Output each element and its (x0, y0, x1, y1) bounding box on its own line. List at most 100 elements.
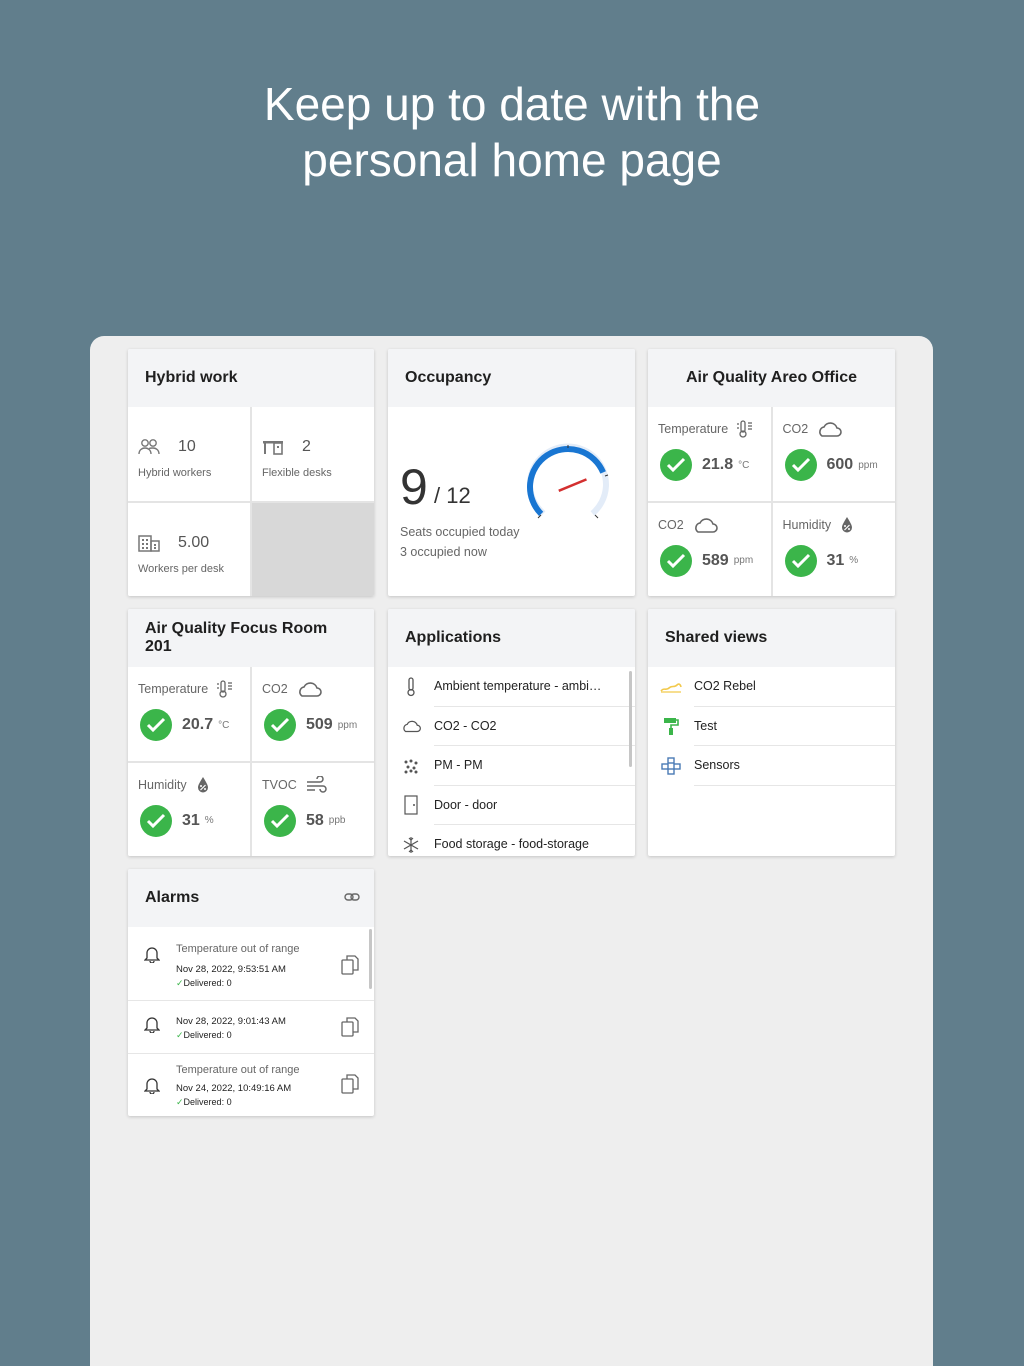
snowflake-icon (403, 836, 419, 853)
desk-icon (263, 441, 283, 455)
cloud-icon (298, 682, 322, 697)
humidity-icon (197, 776, 208, 792)
air-quality-office-card: Air Quality Areo Office Temperature 21.8… (648, 349, 895, 596)
workers-per-desk-value: 5.00 (178, 533, 210, 551)
card-title: Applications (388, 609, 635, 667)
list-item[interactable]: Door - door (388, 786, 635, 825)
headline-line-1: Keep up to date with the (263, 78, 761, 130)
copy-icon[interactable] (341, 1074, 359, 1094)
bell-icon (144, 1078, 160, 1094)
door-icon (404, 795, 418, 815)
list-item-label: CO2 Rebel (694, 667, 895, 707)
copy-icon[interactable] (341, 1017, 359, 1037)
list-item[interactable]: Test (648, 707, 895, 746)
card-title: Air Quality Areo Office (648, 349, 895, 407)
thermometer-icon (407, 677, 415, 696)
alarm-item[interactable]: Temperature out of range Nov 24, 2022, 1… (128, 1054, 374, 1116)
list-item[interactable]: Sensors (648, 746, 895, 786)
hybrid-workers-label: Hybrid workers (138, 467, 212, 479)
alarm-date: Nov 28, 2022, 9:53:51 AM (176, 964, 286, 975)
co2-cell[interactable]: CO2 509 ppm (252, 667, 374, 761)
alarm-delivered: Delivered: 0 (183, 978, 232, 988)
cell-unit: °C (738, 459, 750, 471)
check-icon (784, 449, 817, 481)
cloud-icon (694, 517, 718, 533)
headline: Keep up to date with the personal home p… (0, 76, 1024, 188)
seats-occupied-today: Seats occupied today (400, 525, 520, 539)
list-item[interactable]: PM - PM (388, 746, 635, 786)
co2-cell[interactable]: CO2 600 ppm (772, 407, 895, 501)
list-item[interactable]: Food storage - food-storage (388, 825, 635, 856)
air-quality-focus-card: Air Quality Focus Room 201 Temperature 2… (128, 609, 374, 856)
gauge-needle (558, 478, 587, 492)
headline-line-2: personal home page (302, 134, 722, 186)
wave-icon (660, 683, 682, 693)
cell-label: TVOC (262, 777, 297, 792)
cell-value: 31 (182, 811, 200, 829)
cell-label: CO2 (658, 517, 684, 532)
humidity-icon (842, 516, 853, 532)
cell-unit: ppm (858, 459, 878, 471)
list-item-label: Test (694, 707, 895, 746)
temperature-cell[interactable]: Temperature 21.8 °C (648, 407, 771, 501)
link-icon[interactable] (344, 891, 360, 903)
cell-label: CO2 (782, 422, 809, 436)
people-icon (138, 439, 160, 455)
cloud-icon (403, 721, 421, 733)
cell-value: 31 (826, 551, 845, 569)
humidity-cell[interactable]: Humidity 31% (772, 502, 895, 596)
cell-value: 21.8 (702, 456, 734, 473)
list-item[interactable]: CO2 Rebel (648, 667, 895, 707)
occupancy-card[interactable]: Occupancy 9 / 12 Seats occupied today 3 … (388, 349, 635, 596)
hybrid-workers-cell[interactable]: 10 Hybrid workers (128, 407, 250, 501)
list-item[interactable]: Ambient temperature - ambi… (388, 667, 635, 707)
cell-unit: ppm (733, 555, 754, 566)
cell-label: Temperature (658, 422, 729, 436)
copy-icon[interactable] (341, 955, 359, 975)
alarm-item[interactable]: Temperature out of range Nov 28, 2022, 9… (128, 927, 374, 1001)
alarm-delivered: Delivered: 0 (183, 1030, 232, 1040)
list-item[interactable]: CO2 - CO2 (388, 707, 635, 746)
alarms-title: Alarms (145, 889, 200, 906)
hybrid-workers-value: 10 (178, 438, 196, 455)
cell-label: Humidity (782, 517, 832, 532)
thermometer-icon (217, 680, 233, 698)
cell-label: Temperature (138, 682, 209, 696)
list-item-label: Food storage - food-storage (434, 825, 635, 856)
list-item-label: CO2 - CO2 (434, 707, 635, 746)
workers-per-desk-cell[interactable]: 5.00 Workers per desk (128, 502, 250, 596)
alarm-date: Nov 28, 2022, 9:01:43 AM (176, 1016, 286, 1027)
cell-unit: % (849, 555, 859, 566)
occupied-now: 3 occupied now (400, 545, 487, 559)
check-small-icon: ✓ (176, 1097, 184, 1107)
applications-list[interactable]: Ambient temperature - ambi… CO2 - CO2 PM… (388, 667, 635, 856)
flexible-desks-value: 2 (302, 438, 311, 455)
occupied-total: / 12 (434, 483, 471, 508)
alarm-scrollbar[interactable] (369, 929, 372, 989)
shared-views-list[interactable]: CO2 Rebel Test Sensors (648, 667, 895, 856)
co2-cell[interactable]: CO2 589 ppm (648, 502, 771, 596)
cell-value: 58 (306, 811, 324, 829)
check-icon (660, 544, 692, 577)
cell-unit: °C (218, 719, 230, 731)
cell-value: 509 (306, 716, 333, 733)
thermometer-icon (737, 420, 753, 438)
particles-icon (404, 759, 418, 774)
paint-roller-icon (664, 718, 679, 736)
humidity-cell[interactable]: Humidity 31% (128, 762, 250, 856)
flexible-desks-label: Flexible desks (262, 467, 332, 479)
scrollbar[interactable] (629, 671, 632, 767)
temperature-cell[interactable]: Temperature 20.7 °C (128, 667, 250, 761)
bell-icon (144, 947, 160, 963)
cell-unit: ppm (337, 719, 358, 731)
card-title: Alarms (128, 869, 374, 927)
check-icon (264, 709, 296, 741)
alarm-title: Temperature out of range (176, 1064, 300, 1076)
bell-icon (144, 1017, 160, 1033)
alarm-item[interactable]: Nov 28, 2022, 9:01:43 AM ✓Delivered: 0 (128, 1001, 374, 1054)
tvoc-cell[interactable]: TVOC 58 ppb (252, 762, 374, 856)
flexible-desks-cell[interactable]: 2 Flexible desks (252, 407, 374, 501)
list-item-label: Ambient temperature - ambi… (434, 667, 635, 707)
occupied-count: 9 (400, 459, 428, 515)
card-title: Hybrid work (128, 349, 374, 407)
